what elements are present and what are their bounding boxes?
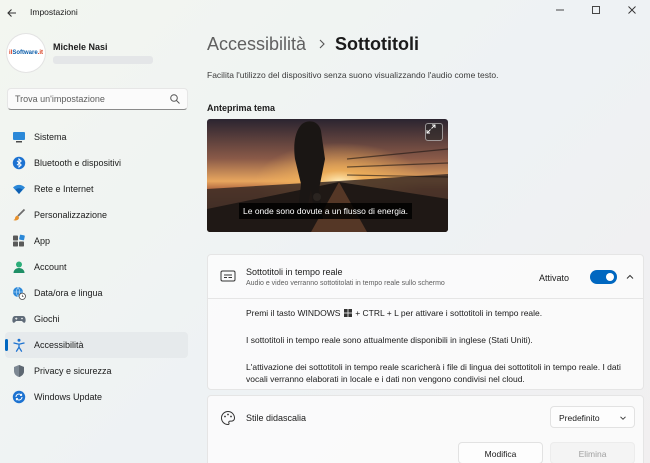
windows-key-icon — [343, 308, 352, 317]
maximize-icon[interactable] — [578, 0, 614, 20]
gamepad-icon — [12, 312, 26, 326]
caption-style-select[interactable]: Predefinito — [550, 406, 635, 428]
sidebar-item-personalizzazione[interactable]: Personalizzazione — [5, 202, 188, 228]
toggle-status: Attivato — [539, 273, 570, 283]
sidebar-item-label: Giochi — [34, 314, 60, 324]
download-note: L'attivazione dei sottotitoli in tempo r… — [246, 362, 621, 384]
sidebar-item-label: Windows Update — [34, 392, 103, 402]
caption-style-card: Stile didascalia Predefinito Modifica El… — [207, 395, 644, 463]
edit-button[interactable]: Modifica — [458, 442, 543, 463]
search-icon — [169, 93, 181, 105]
sidebar-item-app[interactable]: App — [5, 228, 188, 254]
sidebar-item-label: Personalizzazione — [34, 210, 108, 220]
apps-icon — [12, 234, 26, 248]
chevron-right-icon — [317, 38, 327, 50]
shortcut-instruction: Premi il tasto WINDOWS + CTRL + L per at… — [246, 308, 543, 318]
sidebar-item-rete[interactable]: Rete e Internet — [5, 176, 188, 202]
caption-style-value: Predefinito — [559, 413, 600, 423]
system-icon — [12, 130, 26, 144]
accessibility-icon — [12, 338, 26, 352]
sidebar-item-bluetooth[interactable]: Bluetooth e dispositivi — [5, 150, 188, 176]
wifi-icon — [12, 182, 26, 196]
preview-caption: Le onde sono dovute a un flusso di energ… — [239, 203, 412, 219]
sidebar-item-label: Bluetooth e dispositivi — [34, 158, 122, 168]
page-title: Sottotitoli — [335, 34, 419, 54]
preview-heading: Anteprima tema — [207, 103, 276, 113]
account-icon — [12, 260, 26, 274]
avatar-logo: ilSoftware.it — [8, 50, 44, 56]
avatar[interactable]: ilSoftware.it — [7, 34, 45, 72]
delete-button[interactable]: Elimina — [550, 442, 635, 463]
sidebar-item-label: App — [34, 236, 51, 246]
sidebar-item-label: Sistema — [34, 132, 67, 142]
sidebar-item-accessibilita[interactable]: Accessibilità — [5, 332, 188, 358]
expand-icon[interactable] — [425, 123, 443, 141]
globe-clock-icon — [12, 286, 26, 300]
toggle-knob — [606, 273, 614, 281]
sidebar-item-label: Rete e Internet — [34, 184, 94, 194]
close-icon[interactable] — [614, 0, 650, 20]
window-title: Impostazioni — [30, 7, 78, 17]
sidebar-item-label: Account — [34, 262, 67, 272]
closed-captions-icon — [220, 269, 236, 283]
live-captions-header[interactable]: Sottotitoli in tempo reale Audio e video… — [208, 255, 643, 299]
update-icon — [12, 390, 26, 404]
sidebar-item-privacy[interactable]: Privacy e sicurezza — [5, 358, 188, 384]
sidebar-item-label: Data/ora e lingua — [34, 288, 103, 298]
breadcrumb-parent[interactable]: Accessibilità — [207, 34, 306, 55]
sidebar-item-sistema[interactable]: Sistema — [5, 124, 188, 150]
live-captions-card: Sottotitoli in tempo reale Audio e video… — [207, 254, 644, 390]
live-captions-subtitle: Audio e video verranno sottotitolati in … — [246, 280, 445, 287]
sidebar-item-label: Privacy e sicurezza — [34, 366, 112, 376]
sidebar-item-data-ora[interactable]: Data/ora e lingua — [5, 280, 188, 306]
sidebar-nav: Sistema Bluetooth e dispositivi Rete e I… — [5, 124, 188, 410]
chevron-down-icon — [618, 413, 628, 423]
sidebar-item-giochi[interactable]: Giochi — [5, 306, 188, 332]
title-bar: Impostazioni — [0, 0, 650, 26]
minimize-icon[interactable] — [542, 0, 578, 20]
caption-preview: Le onde sono dovute a un flusso di energ… — [207, 119, 448, 232]
live-captions-title: Sottotitoli in tempo reale — [246, 267, 343, 277]
search-placeholder: Trova un'impostazione — [15, 94, 105, 104]
sidebar-item-windows-update[interactable]: Windows Update — [5, 384, 188, 410]
profile-email-redacted — [53, 56, 153, 64]
page-description: Facilita l'utilizzo del dispositivo senz… — [207, 70, 499, 80]
profile-name: Michele Nasi — [53, 42, 108, 52]
shield-icon — [12, 364, 26, 378]
live-captions-toggle[interactable] — [590, 270, 617, 284]
search-input[interactable]: Trova un'impostazione — [7, 88, 188, 110]
caption-style-title: Stile didascalia — [246, 413, 307, 423]
chevron-up-icon[interactable] — [624, 271, 636, 283]
sidebar-item-account[interactable]: Account — [5, 254, 188, 280]
sidebar-item-label: Accessibilità — [34, 340, 84, 350]
availability-note: I sottotitoli in tempo reale sono attual… — [246, 335, 533, 345]
brush-icon — [12, 208, 26, 222]
back-arrow-icon[interactable] — [4, 5, 20, 21]
bluetooth-icon — [12, 156, 26, 170]
paint-icon — [220, 410, 236, 426]
